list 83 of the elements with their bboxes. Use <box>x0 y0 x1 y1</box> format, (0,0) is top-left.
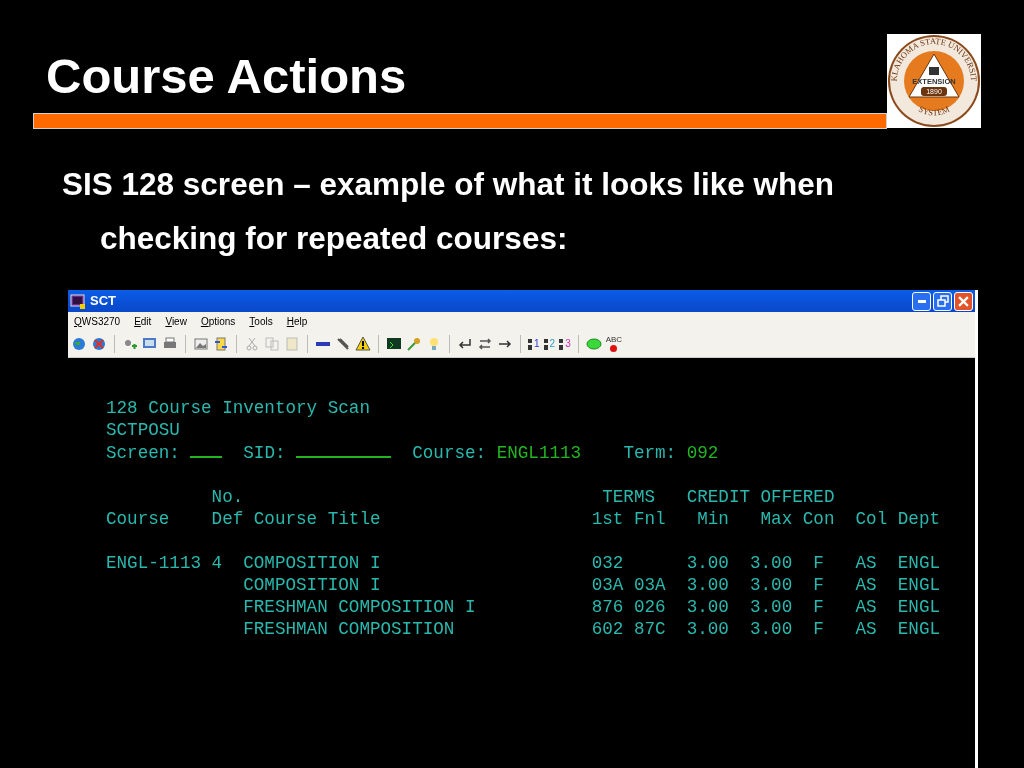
table-cell: 3.00 <box>750 552 793 574</box>
menu-item[interactable]: Tools <box>247 316 275 327</box>
table-cell: ENGL <box>897 574 940 596</box>
macro-button[interactable]: 1 <box>528 337 540 351</box>
table-cell: FRESHMAN COMPOSITION I <box>243 596 476 618</box>
column-header: 1st <box>591 508 624 530</box>
spellcheck-button[interactable]: ABC <box>605 336 623 352</box>
column-header: Min <box>696 508 729 530</box>
terminal-icon[interactable] <box>386 336 402 352</box>
table-cell-text: F <box>812 552 824 574</box>
table-cell: 3.00 <box>686 618 729 640</box>
table-cell: 026 <box>633 596 666 618</box>
warning-icon[interactable] <box>355 336 371 352</box>
table-cell: 4 <box>211 552 223 574</box>
column-header: Col <box>855 508 888 530</box>
column-header: Def <box>211 508 244 530</box>
table-cell: 3.00 <box>750 574 793 596</box>
table-cell: ENGL <box>897 596 940 618</box>
table-cell: 3.00 <box>686 574 729 596</box>
field-label: SID: <box>243 443 286 463</box>
table-cell: 602 <box>591 618 624 640</box>
table-cell: 3.00 <box>686 596 729 618</box>
restore-icon <box>936 295 949 307</box>
minimize-button[interactable] <box>912 291 931 311</box>
field-value: 092 <box>686 443 719 463</box>
macro-icon <box>543 337 549 351</box>
minimize-icon <box>917 299 926 303</box>
menu-item[interactable]: Help <box>284 316 310 327</box>
slide-title: Course Actions <box>46 52 408 101</box>
table-cell: 3.00 <box>686 552 729 574</box>
restore-button[interactable] <box>933 291 952 311</box>
window-title: SCT <box>90 292 117 311</box>
field-value: ENGL1113 <box>496 443 582 463</box>
menu-item[interactable]: Edit <box>132 316 154 327</box>
table-cell: 03A <box>633 574 666 596</box>
table-cell: 876 <box>591 596 624 618</box>
close-icon <box>958 295 969 307</box>
table-cell: FRESHMAN COMPOSITION <box>243 618 455 640</box>
terminal-text: SCTPOSU <box>106 420 180 440</box>
column-header: Max <box>759 508 793 530</box>
picture-icon[interactable] <box>193 336 209 352</box>
blob-icon[interactable] <box>585 336 602 352</box>
menu-item[interactable]: Options <box>198 316 238 327</box>
table-cell: AS <box>855 574 877 596</box>
field-label: Course: <box>412 443 487 463</box>
monitor-icon <box>70 293 86 310</box>
macro-icon <box>559 337 565 351</box>
field-label: Term: <box>623 443 677 463</box>
menu-item[interactable]: View <box>163 316 189 327</box>
table-cell: AS <box>855 618 877 640</box>
macro-button[interactable]: 3 <box>559 337 571 351</box>
column-header: TERMS <box>601 486 655 508</box>
column-header: Fnl <box>633 508 666 530</box>
table-cell: COMPOSITION I <box>243 552 381 574</box>
table-cell: 03A <box>591 574 624 596</box>
column-header: Dept <box>897 508 940 530</box>
swap-arrows-icon[interactable] <box>477 336 493 352</box>
table-cell: ENGL-1113 <box>106 552 202 574</box>
globe-x-icon[interactable] <box>91 336 107 352</box>
table-cell: 3.00 <box>750 618 793 640</box>
globe-icon[interactable] <box>71 336 87 352</box>
macro-icon <box>528 337 533 351</box>
table-cell: COMPOSITION I <box>243 574 381 596</box>
table-cell: 87C <box>633 618 666 640</box>
menu-item[interactable]: QWS3270 <box>72 316 123 327</box>
column-header: No. <box>211 486 244 508</box>
slide-subtitle: SIS 128 screen – example of what it looks like when checking for repeated courses: <box>61 165 836 258</box>
terminal-text: 128 Course Inventory Scan <box>106 398 370 418</box>
table-cell: 3.00 <box>750 596 793 618</box>
column-header: Con <box>802 508 835 530</box>
table-cell: AS <box>855 552 877 574</box>
table-cell-text: F <box>812 596 824 618</box>
table-cell: ENGL <box>897 552 940 574</box>
column-header: Course <box>106 508 170 530</box>
column-header: CREDIT OFFERED <box>686 486 835 508</box>
table-cell: AS <box>855 596 877 618</box>
table-cell: ENGL <box>897 618 940 640</box>
column-header: Course Title <box>252 508 381 530</box>
table-cell-text: F <box>812 574 824 596</box>
table-cell-text: F <box>812 618 824 640</box>
field-label: Screen: <box>106 443 180 463</box>
table-cell: 032 <box>591 552 624 574</box>
close-button[interactable] <box>954 291 973 311</box>
